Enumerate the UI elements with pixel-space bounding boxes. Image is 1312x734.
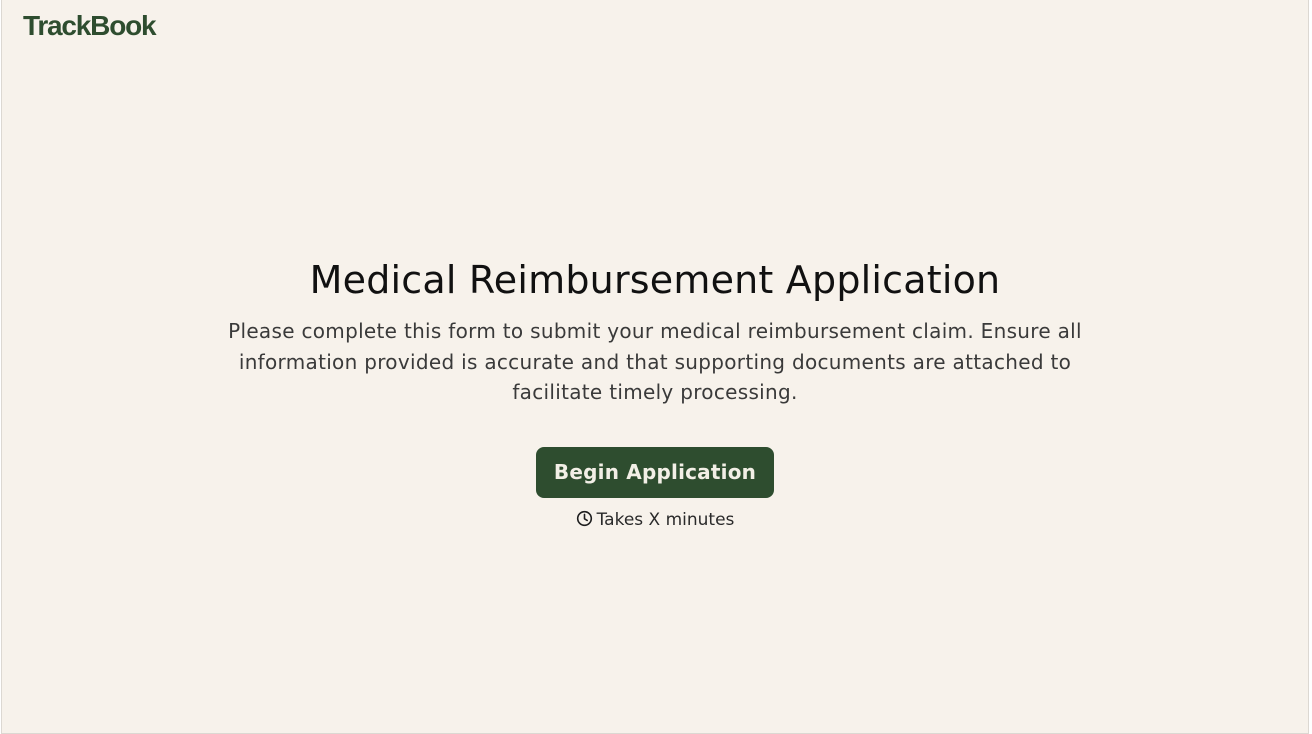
page: TrackBook Medical Reimbursement Applicat… [1,0,1309,734]
page-description: Please complete this form to submit your… [228,319,1082,404]
duration-note: Takes X minutes [576,509,735,531]
intro-section: Medical Reimbursement Application Please… [2,252,1308,531]
clock-icon [576,510,593,527]
begin-application-button[interactable]: Begin Application [536,446,774,498]
duration-text: Takes X minutes [596,509,735,530]
trackbook-logo[interactable]: TrackBook [23,10,157,42]
page-title: Medical Reimbursement Application [309,258,1001,302]
